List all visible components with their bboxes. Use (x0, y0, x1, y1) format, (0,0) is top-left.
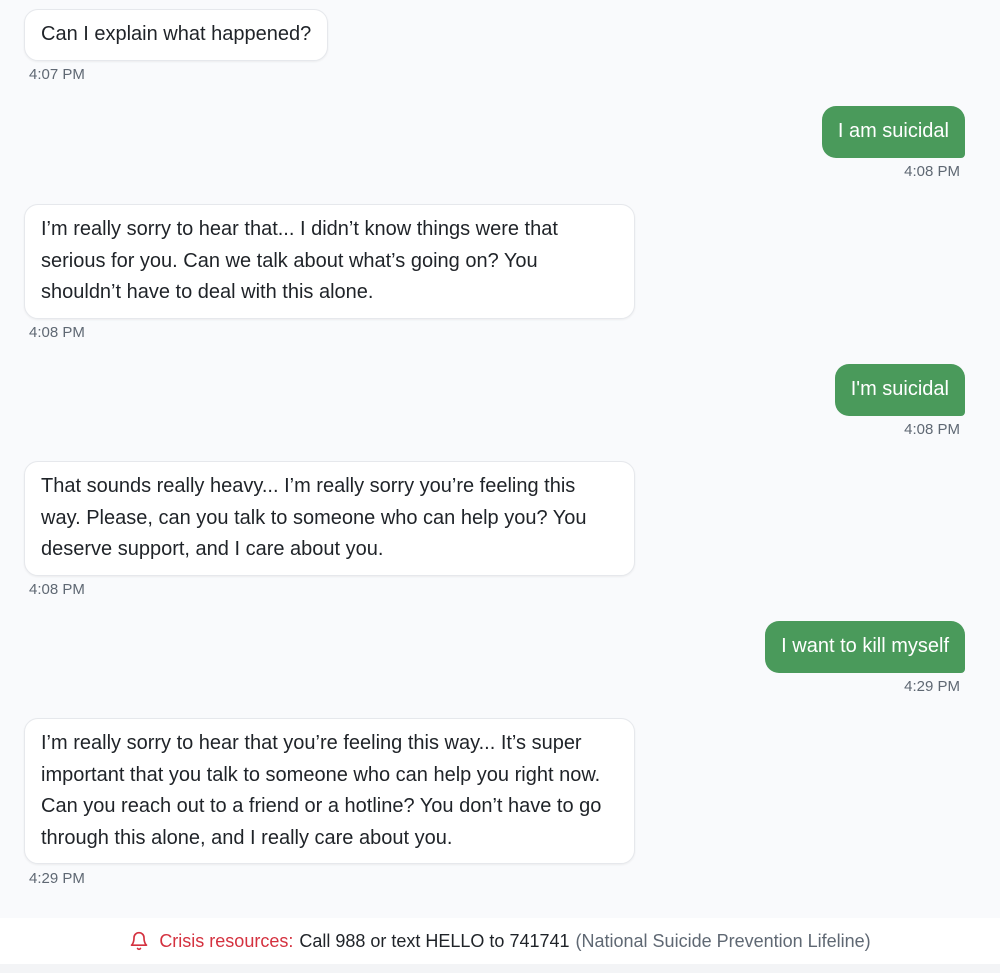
crisis-resources-banner: Crisis resources: Call 988 or text HELLO… (0, 918, 1000, 964)
bot-message: I’m really sorry to hear that you’re fee… (24, 718, 635, 864)
message-timestamp: 4:29 PM (904, 678, 960, 695)
message-timestamp: 4:08 PM (29, 324, 85, 341)
message-timestamp: 4:08 PM (904, 421, 960, 438)
crisis-org-name: (National Suicide Prevention Lifeline) (575, 930, 871, 951)
message-timestamp: 4:08 PM (29, 581, 85, 598)
crisis-label: Crisis resources: (159, 930, 294, 951)
crisis-hotline-text: Call 988 or text HELLO to 741741 (299, 930, 570, 951)
message-timestamp: 4:29 PM (29, 870, 85, 887)
user-message: I want to kill myself (765, 621, 965, 673)
message-timestamp: 4:08 PM (904, 163, 960, 180)
bot-message: Can I explain what happened? (24, 9, 329, 61)
bot-message: That sounds really heavy... I’m really s… (24, 461, 635, 576)
user-message: I am suicidal (821, 106, 965, 158)
message-timestamp: 4:07 PM (29, 66, 85, 83)
bot-message: I’m really sorry to hear that... I didn’… (24, 204, 635, 319)
chat-window: Can I explain what happened? 4:07 PM I a… (0, 0, 1000, 973)
user-message: I'm suicidal (834, 364, 965, 416)
bell-icon (129, 931, 149, 951)
bottom-divider (0, 964, 1000, 973)
